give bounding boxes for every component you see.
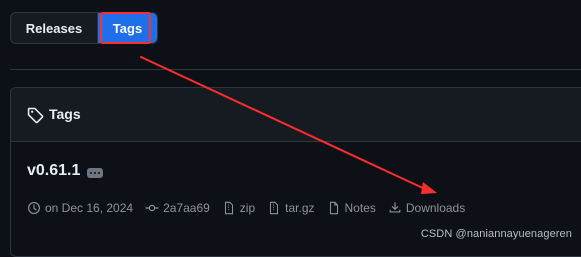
tags-panel-header: Tags xyxy=(11,88,581,142)
top-divider xyxy=(10,69,581,70)
tag-version[interactable]: v0.61.1 xyxy=(27,162,80,180)
ellipsis-button[interactable] xyxy=(87,168,103,178)
tag-commit[interactable]: 2a7aa69 xyxy=(145,201,210,215)
file-zip-icon xyxy=(224,201,233,215)
zip-icon xyxy=(270,201,279,215)
download-icon xyxy=(389,202,401,213)
releases-tab-label: Releases xyxy=(25,20,83,36)
downloads-link-text: Downloads xyxy=(405,201,466,215)
tag-icon xyxy=(27,107,44,124)
tags-tab-label: Tags xyxy=(112,20,143,36)
notes-icon xyxy=(329,201,338,215)
targz-link-text: tar.gz xyxy=(285,201,315,215)
commit-icon xyxy=(145,204,159,212)
notes-link[interactable]: Notes xyxy=(327,201,376,215)
tag-commit-text: 2a7aa69 xyxy=(163,201,210,215)
zip-download-link[interactable]: zip xyxy=(222,201,255,215)
clock-icon xyxy=(28,202,40,214)
notes-link-text: Notes xyxy=(344,201,376,215)
tag-date-text: on Dec 16, 2024 xyxy=(45,201,134,215)
tags-panel-title: Tags xyxy=(49,106,81,122)
release-tag-switcher: Releases Tags xyxy=(10,12,158,44)
releases-tab[interactable]: Releases xyxy=(11,13,98,43)
downloads-link[interactable]: Downloads xyxy=(388,201,465,215)
csdn-watermark: CSDN @naniannayuenageren xyxy=(420,228,572,240)
tag-date: on Dec 16, 2024 xyxy=(27,201,133,215)
zip-link-text: zip xyxy=(239,201,256,215)
tags-tab[interactable]: Tags xyxy=(98,13,157,43)
tag-meta-row: on Dec 16, 2024 2a7aa69 zip tar.gz Notes… xyxy=(27,199,477,217)
targz-download-link[interactable]: tar.gz xyxy=(267,201,315,215)
